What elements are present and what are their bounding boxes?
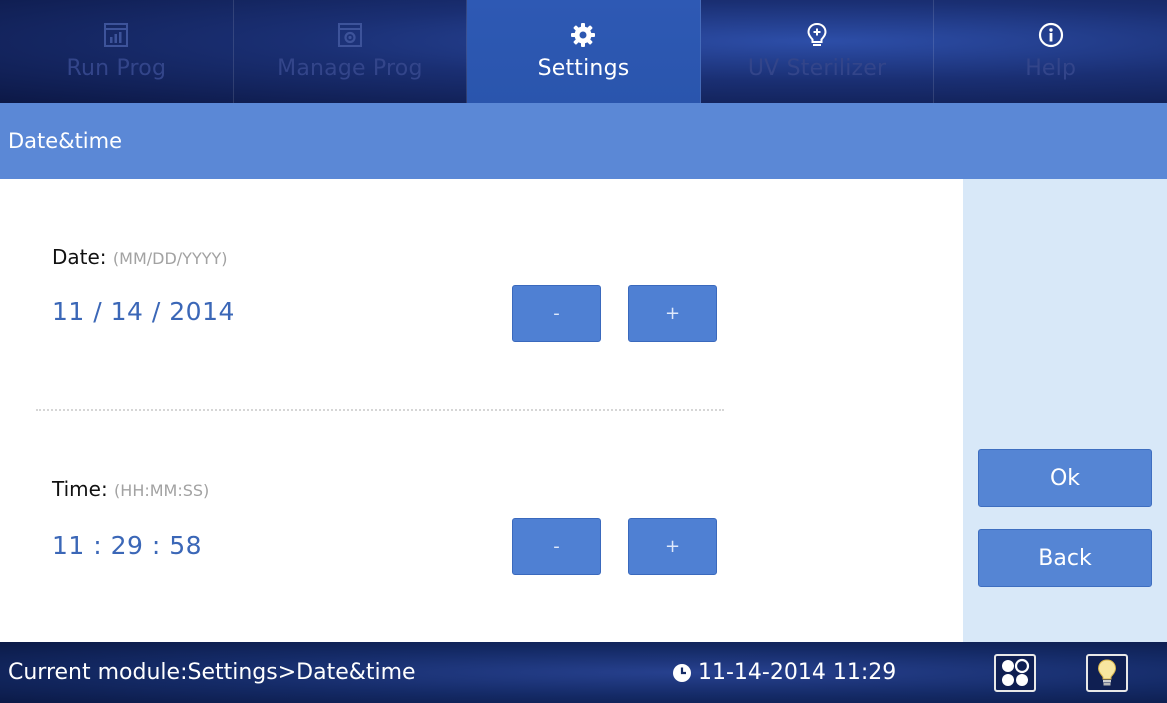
- time-label: Time: (HH:MM:SS): [52, 477, 209, 501]
- date-decrement-button[interactable]: -: [512, 285, 601, 342]
- tab-manage-prog[interactable]: Manage Prog: [234, 0, 468, 103]
- main-content: Date: (MM/DD/YYYY) 11 / 14 / 2014 - + Ti…: [0, 179, 963, 642]
- tab-run-prog[interactable]: Run Prog: [0, 0, 234, 103]
- action-panel: Ok Back: [963, 179, 1167, 642]
- section-divider: [36, 409, 724, 411]
- gear-window-icon: [337, 23, 362, 47]
- date-label-text: Date:: [52, 245, 107, 269]
- date-value: 11 / 14 / 2014: [52, 297, 235, 326]
- lightbulb-button[interactable]: [1086, 654, 1128, 692]
- tab-help-label: Help: [1025, 56, 1077, 81]
- page-title: Date&time: [8, 129, 123, 153]
- date-label: Date: (MM/DD/YYYY): [52, 245, 228, 269]
- status-datetime: 11-14-2014 11:29: [672, 642, 896, 703]
- page-header: Date&time: [0, 103, 1167, 179]
- info-icon: [1038, 22, 1063, 48]
- ok-button[interactable]: Ok: [978, 449, 1152, 507]
- time-value: 11 : 29 : 58: [52, 531, 203, 560]
- chart-window-icon: [104, 23, 129, 47]
- date-increment-button[interactable]: +: [628, 285, 717, 342]
- status-bar: Current module:Settings>Date&time 11-14-…: [0, 642, 1167, 703]
- lightbulb-icon: [1097, 659, 1117, 686]
- tab-uv-sterilizer[interactable]: UV Sterilizer: [701, 0, 935, 103]
- app-grid-icon: [1002, 658, 1030, 686]
- date-format-hint: (MM/DD/YYYY): [112, 249, 228, 268]
- clock-icon: [673, 663, 691, 682]
- tab-help[interactable]: Help: [934, 0, 1167, 103]
- app-grid-button[interactable]: [994, 654, 1036, 692]
- lightbulb-plus-icon: [807, 22, 827, 46]
- top-navigation: Run Prog Manage Prog Settings UV Sterili…: [0, 0, 1167, 103]
- current-module-text: Current module:Settings>Date&time: [8, 660, 416, 685]
- tab-manage-prog-label: Manage Prog: [277, 56, 423, 81]
- time-increment-button[interactable]: +: [628, 518, 717, 575]
- status-datetime-text: 11-14-2014 11:29: [698, 660, 897, 685]
- tab-settings-label: Settings: [537, 56, 630, 81]
- tab-run-prog-label: Run Prog: [66, 56, 167, 81]
- time-decrement-button[interactable]: -: [512, 518, 601, 575]
- time-label-text: Time:: [52, 477, 108, 501]
- time-format-hint: (HH:MM:SS): [114, 481, 210, 500]
- back-button[interactable]: Back: [978, 529, 1152, 587]
- tab-uv-sterilizer-label: UV Sterilizer: [747, 56, 887, 81]
- gear-icon: [571, 23, 596, 47]
- tab-settings[interactable]: Settings: [467, 0, 701, 103]
